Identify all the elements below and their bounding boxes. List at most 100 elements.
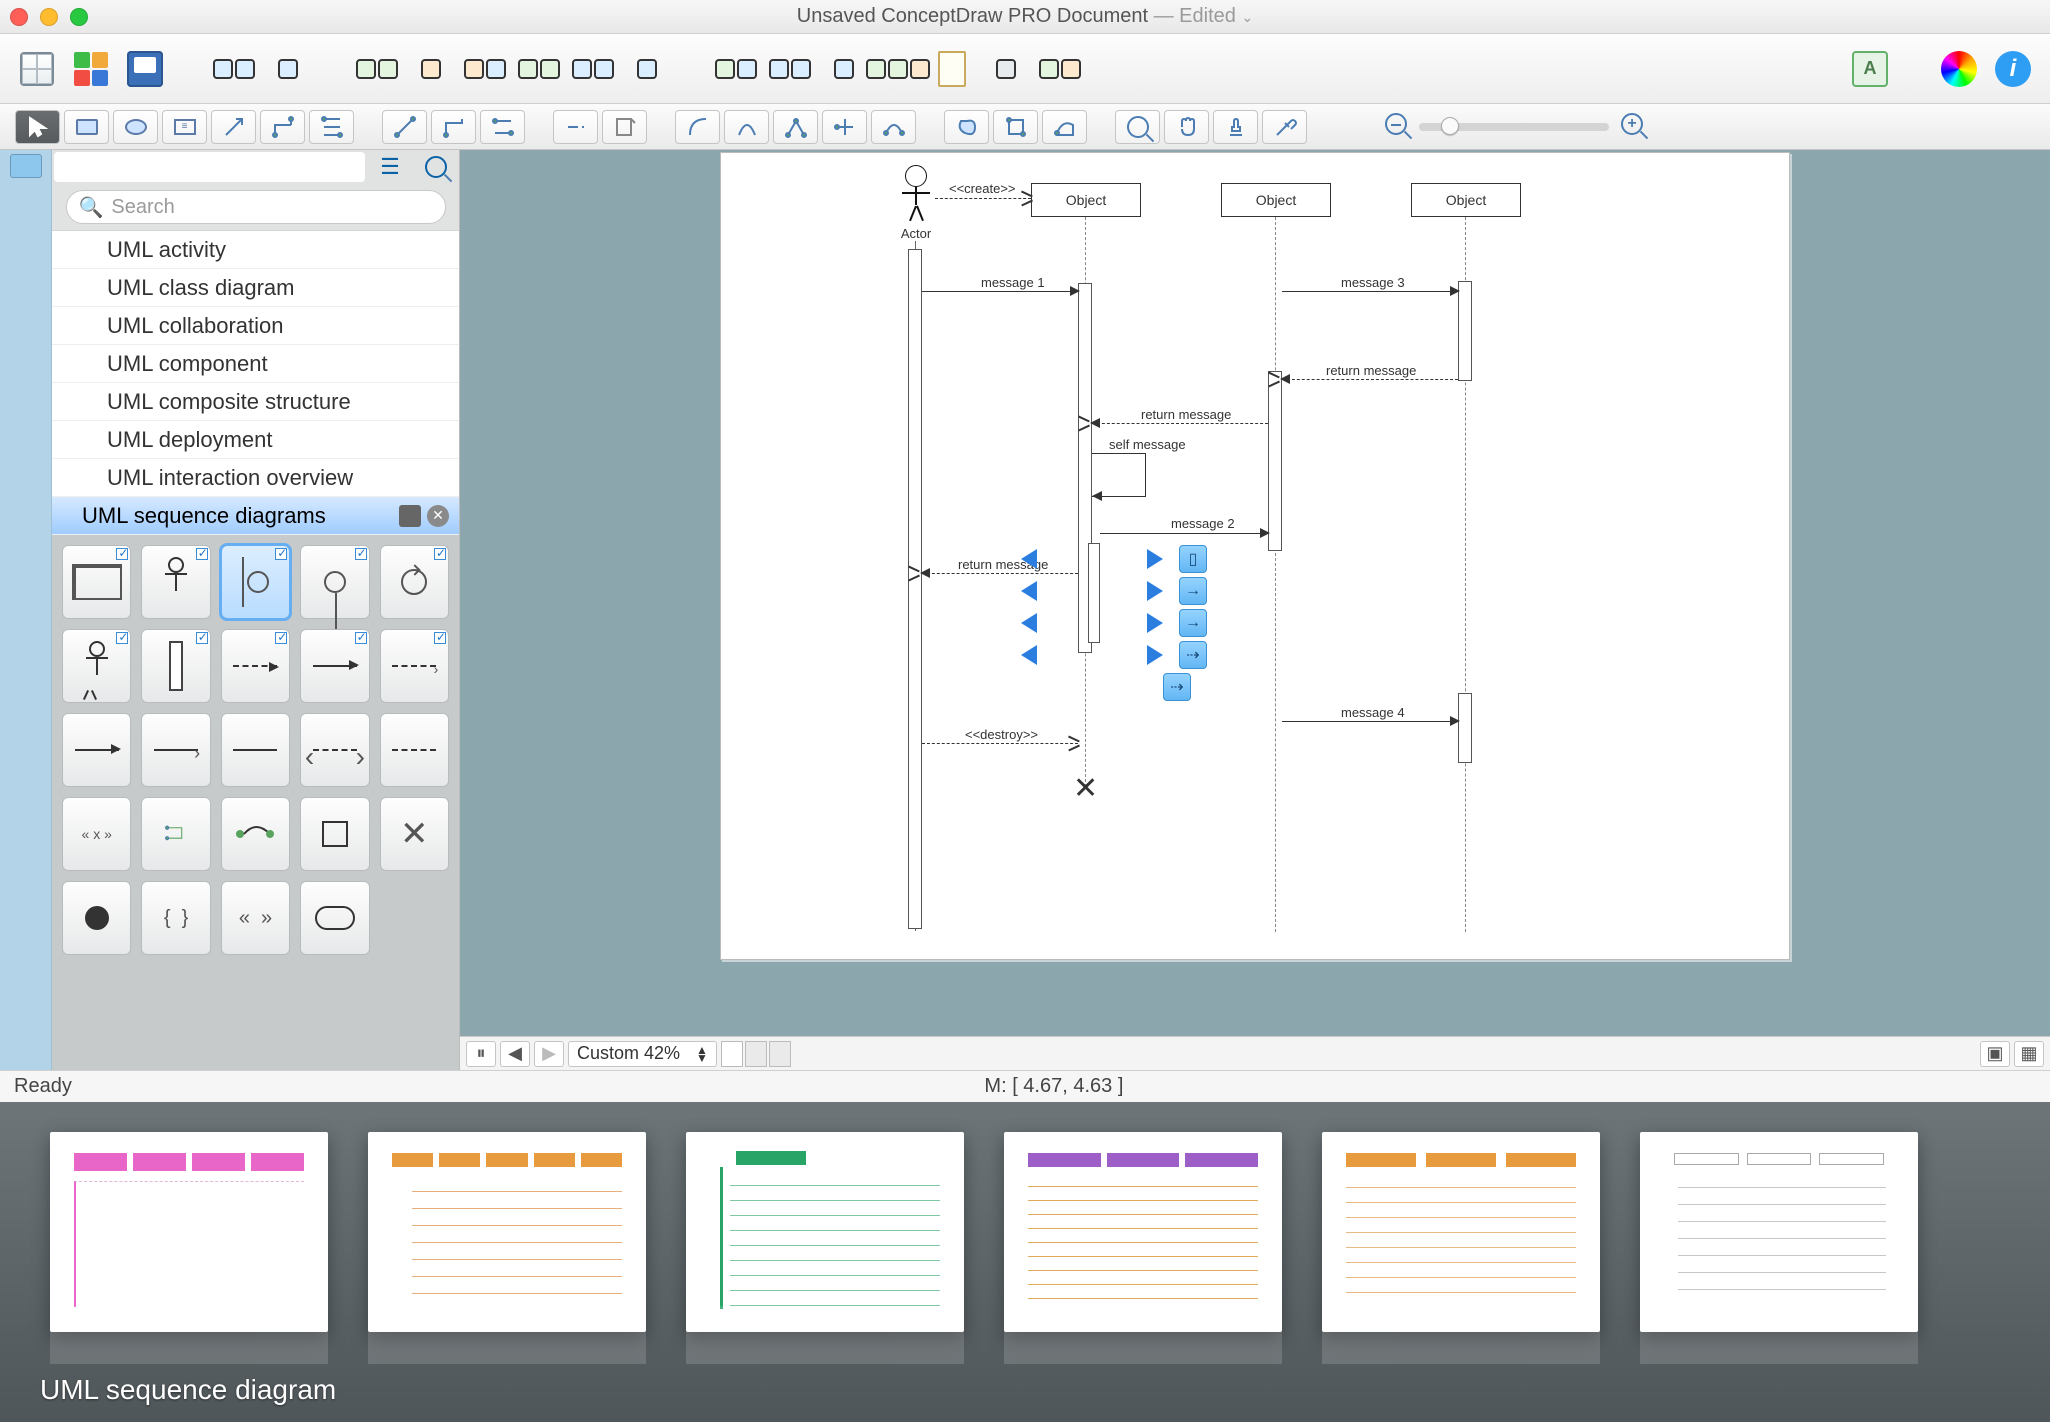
message-2[interactable]	[1100, 533, 1268, 534]
shape-arrow-4[interactable]: ‹›	[300, 713, 369, 787]
return-message-a[interactable]	[1282, 379, 1458, 380]
list-view-icon[interactable]: ☰	[367, 150, 413, 184]
rectangle-tool[interactable]	[64, 110, 109, 144]
template-card[interactable]	[1004, 1132, 1282, 1332]
library-search[interactable]: 🔍 Search	[66, 190, 446, 224]
shape-initial[interactable]	[62, 881, 131, 955]
message-4[interactable]	[1282, 721, 1458, 722]
drawing-page[interactable]: Actor Object Object Object <<create>>	[720, 152, 1790, 960]
activation-obj2[interactable]	[1268, 371, 1282, 551]
zoom-in-icon[interactable]	[1621, 113, 1643, 140]
destroy-message[interactable]	[922, 743, 1078, 744]
shape-arrow-5[interactable]	[380, 713, 449, 787]
shape-self-message[interactable]	[141, 797, 210, 871]
zoom-out-icon[interactable]	[1385, 113, 1407, 140]
connector-tool-6[interactable]	[480, 110, 525, 144]
library-item[interactable]: UML collaboration	[52, 307, 459, 345]
connector-tool-4[interactable]	[382, 110, 427, 144]
return-message-b[interactable]	[1092, 423, 1268, 424]
library-item[interactable]: UML composite structure	[52, 383, 459, 421]
library-item[interactable]: UML component	[52, 345, 459, 383]
message-3[interactable]	[1282, 291, 1458, 292]
shape-destroy[interactable]: ✕	[380, 797, 449, 871]
shape-object-lifeline[interactable]	[221, 545, 290, 619]
tool-icon-11[interactable]	[822, 47, 866, 91]
shape-braces[interactable]: { }	[141, 881, 210, 955]
tool-icon-1[interactable]	[212, 47, 256, 91]
shape-guillemets[interactable]: « »	[221, 881, 290, 955]
tool-icon-9[interactable]	[714, 47, 758, 91]
corner-b-icon[interactable]: ▦	[2014, 1041, 2044, 1067]
shape-frame[interactable]	[62, 545, 131, 619]
toggle-pages-icon[interactable]: ⏸	[466, 1041, 496, 1067]
pan-hand-icon[interactable]	[1164, 110, 1209, 144]
message-1[interactable]	[922, 291, 1078, 292]
search-panel-icon[interactable]	[413, 150, 459, 184]
activation-actor[interactable]	[908, 249, 922, 929]
connector-tool-5[interactable]	[431, 110, 476, 144]
color-picker-icon[interactable]	[1937, 47, 1981, 91]
zoom-search-icon[interactable]	[1115, 110, 1160, 144]
activation-obj3a[interactable]	[1458, 281, 1472, 381]
lifeline-2[interactable]	[1275, 217, 1276, 932]
curve-tool-3[interactable]	[773, 110, 818, 144]
tool-icon-7[interactable]	[571, 47, 615, 91]
connector-tool-1[interactable]	[211, 110, 256, 144]
tool-icon-6[interactable]	[517, 47, 561, 91]
shape-activation[interactable]	[141, 629, 210, 703]
stamp-icon[interactable]	[1213, 110, 1258, 144]
blob-tool-2[interactable]	[993, 110, 1038, 144]
shape-found-message[interactable]	[221, 797, 290, 871]
close-library-icon[interactable]: ✕	[427, 505, 449, 527]
shape-message-async[interactable]	[221, 629, 290, 703]
curve-tool-4[interactable]	[822, 110, 867, 144]
next-page-icon[interactable]: ▶	[534, 1041, 564, 1067]
object-3[interactable]: Object	[1411, 183, 1521, 217]
connector-tool-2[interactable]	[260, 110, 305, 144]
object-1[interactable]: Object	[1031, 183, 1141, 217]
chevron-down-icon[interactable]: ⌄	[1241, 9, 1253, 25]
create-message[interactable]	[935, 198, 1031, 199]
shape-control-lifeline[interactable]	[380, 545, 449, 619]
corner-a-icon[interactable]: ▣	[1980, 1041, 2010, 1067]
tool-icon-2[interactable]	[266, 47, 310, 91]
library-item[interactable]: UML class diagram	[52, 269, 459, 307]
library-item[interactable]: UML interaction overview	[52, 459, 459, 497]
zoom-slider[interactable]	[1419, 123, 1609, 131]
tool-icon-14[interactable]	[1038, 47, 1082, 91]
pointer-tool[interactable]	[15, 110, 60, 144]
template-card[interactable]	[1322, 1132, 1600, 1332]
ellipse-tool[interactable]	[113, 110, 158, 144]
prev-page-icon[interactable]: ◀	[500, 1041, 530, 1067]
tool-icon-8[interactable]	[625, 47, 669, 91]
save-button[interactable]	[123, 47, 167, 91]
template-card[interactable]	[50, 1132, 328, 1332]
save-library-icon[interactable]	[399, 505, 421, 527]
info-icon[interactable]: i	[1991, 47, 2035, 91]
curve-tool-5[interactable]	[871, 110, 916, 144]
grid-icon[interactable]	[15, 47, 59, 91]
shape-actor-lifeline[interactable]	[141, 545, 210, 619]
shape-stop[interactable]	[300, 797, 369, 871]
tool-icon-12[interactable]	[876, 47, 920, 91]
blob-tool-1[interactable]	[944, 110, 989, 144]
shape-arrow-2[interactable]: ›	[141, 713, 210, 787]
shape-message-sync[interactable]	[300, 629, 369, 703]
text-tool[interactable]: ≡	[162, 110, 207, 144]
template-card[interactable]	[368, 1132, 646, 1332]
tool-text-icon[interactable]: A	[1848, 47, 1892, 91]
insert-tool[interactable]	[602, 110, 647, 144]
shape-arrow-3[interactable]	[221, 713, 290, 787]
panel-tab-1[interactable]	[10, 154, 42, 178]
actor-shape[interactable]: Actor	[886, 165, 946, 241]
shape-arrow-1[interactable]	[62, 713, 131, 787]
library-item[interactable]: UML activity	[52, 231, 459, 269]
tool-icon-4[interactable]	[409, 47, 453, 91]
shape-boundary-lifeline[interactable]	[300, 545, 369, 619]
eyedropper-icon[interactable]	[1262, 110, 1307, 144]
line-style-tool[interactable]	[553, 110, 598, 144]
library-filter-input[interactable]	[54, 152, 365, 182]
object-2[interactable]: Object	[1221, 183, 1331, 217]
page-tabs[interactable]	[721, 1041, 791, 1067]
activation-obj3b[interactable]	[1458, 693, 1472, 763]
